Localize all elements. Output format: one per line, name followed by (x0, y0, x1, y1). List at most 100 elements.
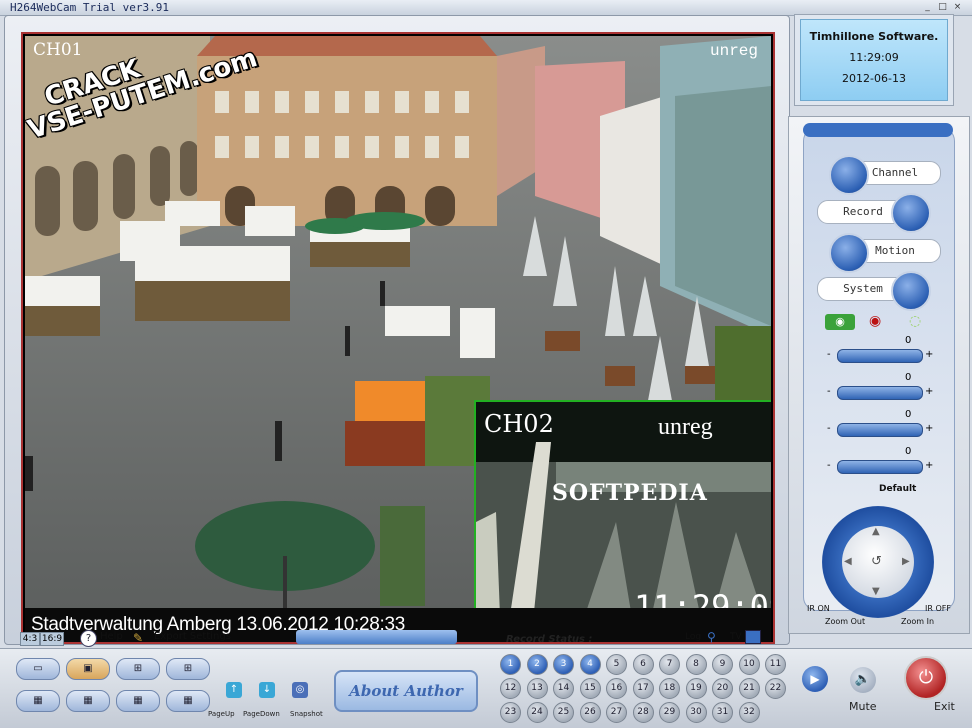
layout-32-button[interactable]: ▦ (166, 690, 210, 712)
channel-button-23[interactable]: 23 (500, 702, 521, 723)
power-icon[interactable]: ⏻ (904, 656, 948, 700)
layout-1-button[interactable]: ▭ (16, 658, 60, 680)
video-area[interactable]: CH01 unreg CRACK VSE-PUTEM.com CH02 unre… (21, 32, 775, 644)
pagedown-label: PageDown (243, 710, 280, 718)
camera-scene: CH01 unreg CRACK VSE-PUTEM.com CH02 unre… (25, 36, 771, 609)
search-icon[interactable]: ⚲ (707, 630, 716, 644)
slider2[interactable] (837, 386, 923, 400)
clock-date: 2012-06-13 (842, 72, 906, 85)
channel-button-9[interactable]: 9 (712, 654, 733, 675)
layout-8-button[interactable]: ▦ (16, 690, 60, 712)
zoom-in-button[interactable]: Zoom In (901, 617, 934, 626)
layout-2-button[interactable]: ▣ (66, 658, 110, 680)
channel-button-25[interactable]: 25 (553, 702, 574, 723)
about-author-button[interactable]: About Author (334, 670, 478, 712)
channel-button-4[interactable]: 4 (579, 654, 601, 675)
channel-orb[interactable] (829, 155, 869, 195)
channel-button-26[interactable]: 26 (579, 702, 601, 723)
pageup-icon[interactable]: ↑ (226, 682, 242, 698)
channel-button-11[interactable]: 11 (765, 654, 786, 675)
channel-button-13[interactable]: 13 (526, 678, 548, 699)
ptz-down-icon[interactable]: ▼ (872, 586, 880, 597)
channel-button-28[interactable]: 28 (632, 702, 654, 723)
mute-label[interactable]: Mute (849, 700, 877, 713)
channel-button-22[interactable]: 22 (765, 678, 786, 699)
export-settings-link[interactable]: Export Settings (154, 631, 231, 642)
slider1[interactable] (837, 349, 923, 363)
channel-button-5[interactable]: 5 (606, 654, 627, 675)
snapshot-icon[interactable]: ◎ (292, 682, 308, 698)
channel-button-32[interactable]: 32 (738, 702, 760, 723)
channel-button-30[interactable]: 30 (685, 702, 707, 723)
zoom-out-button[interactable]: Zoom Out (825, 617, 865, 626)
system-orb[interactable] (891, 271, 931, 311)
softpedia-overlay: SOFTPEDIA (552, 480, 708, 506)
log-link[interactable]: Log (685, 632, 701, 642)
channel-button-17[interactable]: 17 (632, 678, 654, 699)
eye-green-icon[interactable]: ◉ (825, 314, 855, 330)
channel-grid: 1 2 3 4 5 6 7 8 9 10 11 12 13 14 15 16 17 18 19 20 21 22 23 24 2… (500, 654, 790, 726)
channel-button-31[interactable]: 31 (712, 702, 733, 723)
tv-icon[interactable] (745, 630, 761, 644)
channel-button-20[interactable]: 20 (712, 678, 733, 699)
channel-button-7[interactable]: 7 (659, 654, 680, 675)
channel-button-16[interactable]: 16 (606, 678, 627, 699)
channel-button-3[interactable]: 3 (553, 654, 574, 675)
ptz-reset-icon[interactable]: ↺ (871, 554, 882, 569)
ptz-right-icon[interactable]: ▶ (902, 556, 910, 567)
channel-button-19[interactable]: 19 (685, 678, 707, 699)
app-title: H264WebCam Trial ver3.91 (10, 1, 169, 14)
channel-button-10[interactable]: 10 (738, 654, 760, 675)
bottom-slider[interactable] (296, 630, 457, 644)
pip-channel2[interactable]: CH02 unreg SOFTPEDIA 11:29:09 (474, 400, 771, 609)
clock-display: Timhillone Software. 11:29:09 2012-06-13 (800, 19, 948, 101)
ptz-dpad[interactable]: ▲ ▼ ◀ ▶ ↺ (822, 506, 934, 618)
channel-button-14[interactable]: 14 (553, 678, 574, 699)
clock-time: 11:29:09 (849, 51, 899, 64)
ir-off-button[interactable]: IR OFF (925, 604, 951, 613)
channel-button-27[interactable]: 27 (606, 702, 627, 723)
ratio-4-3-button[interactable]: 4:3 (20, 632, 40, 646)
slider4[interactable] (837, 460, 923, 474)
pagedown-icon[interactable]: ↓ (259, 682, 275, 698)
help-icon[interactable]: ? (80, 630, 97, 647)
ratio-16-9-button[interactable]: 16:9 (40, 632, 64, 646)
record-orb[interactable] (891, 193, 931, 233)
channel-button-18[interactable]: 18 (659, 678, 680, 699)
speaker-icon[interactable]: 🔈 (850, 667, 876, 693)
close-button[interactable]: × (952, 2, 963, 13)
ptz-up-icon[interactable]: ▲ (872, 526, 880, 537)
motion-orb[interactable] (829, 233, 869, 273)
eye-off-icon[interactable]: ◌ (909, 313, 921, 329)
pip-unreg-label: unreg (658, 414, 713, 440)
tv-link[interactable]: TV (730, 632, 742, 642)
channel-button-12[interactable]: 12 (500, 678, 521, 699)
channel-button-29[interactable]: 29 (659, 702, 680, 723)
default-button[interactable]: Default (879, 484, 916, 494)
channel-button-1[interactable]: 1 (500, 654, 521, 675)
channel-button-21[interactable]: 21 (738, 678, 760, 699)
ir-on-button[interactable]: IR ON (807, 604, 830, 613)
eye-red-icon[interactable]: ◉ (869, 313, 881, 329)
slider4-value: 0 (905, 446, 912, 457)
maximize-button[interactable]: □ (937, 2, 948, 13)
layout-4-button[interactable]: ⊞ (116, 658, 160, 680)
channel-button-15[interactable]: 15 (579, 678, 601, 699)
channel-button-8[interactable]: 8 (685, 654, 707, 675)
play-icon[interactable]: ▶ (802, 666, 828, 692)
help-link[interactable]: Help (100, 631, 123, 642)
layout-9-button[interactable]: ▦ (66, 690, 110, 712)
record-status-label: Record Status : (506, 634, 593, 645)
exit-label[interactable]: Exit (934, 700, 955, 713)
channel-button-24[interactable]: 24 (526, 702, 548, 723)
video-frame: CH01 unreg CRACK VSE-PUTEM.com CH02 unre… (4, 15, 790, 645)
channel2-label: CH02 (484, 410, 554, 438)
channel-button-2[interactable]: 2 (526, 654, 548, 675)
channel-button-6[interactable]: 6 (632, 654, 654, 675)
minimize-button[interactable]: _ (922, 2, 933, 13)
slider3[interactable] (837, 423, 923, 437)
ptz-left-icon[interactable]: ◀ (844, 556, 852, 567)
snapshot-label: Snapshot (290, 710, 323, 718)
layout-6-button[interactable]: ⊞ (166, 658, 210, 680)
layout-16-button[interactable]: ▦ (116, 690, 160, 712)
